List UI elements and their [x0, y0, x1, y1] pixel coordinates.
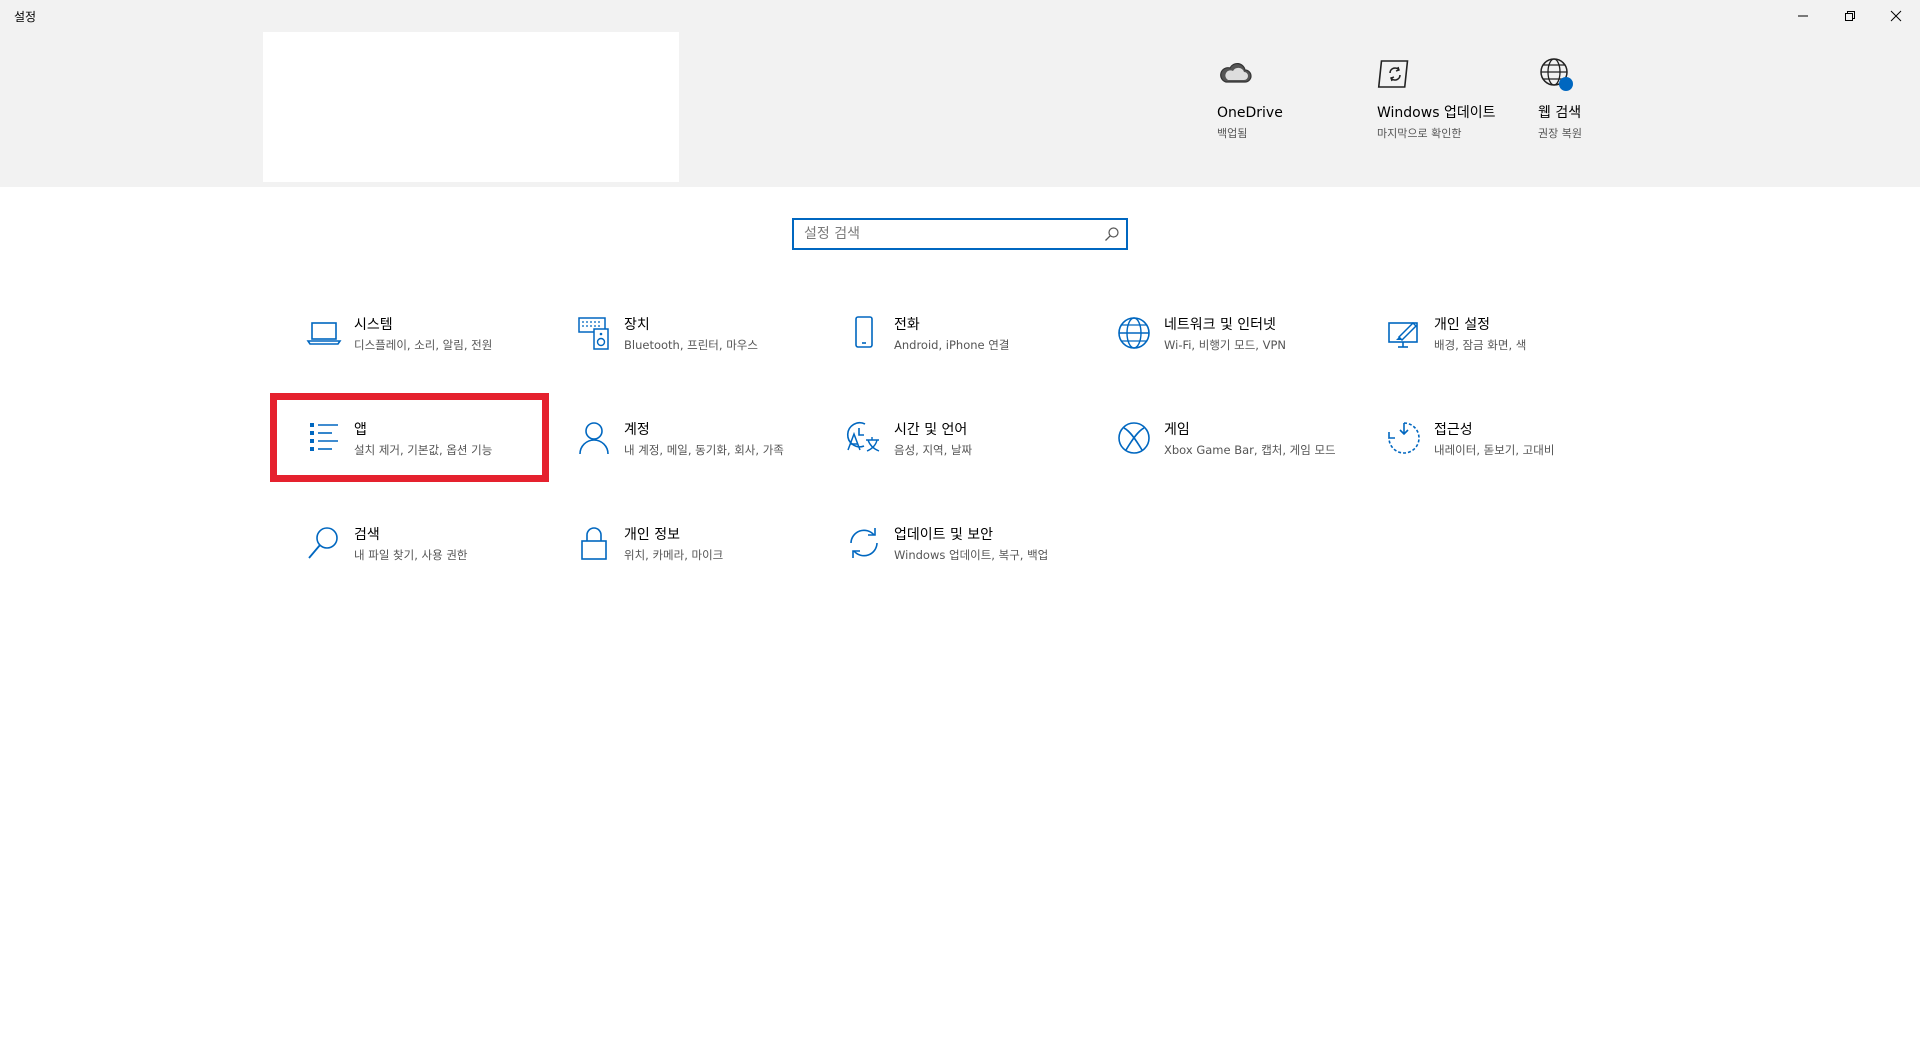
- category-title: 네트워크 및 인터넷: [1164, 317, 1276, 333]
- category-description: 내 파일 찾기, 사용 권한: [354, 548, 468, 562]
- title-bar: 설정: [0, 0, 1920, 32]
- category-description: Bluetooth, 프린터, 마우스: [624, 338, 758, 352]
- quick-link-subtitle: 권장 복원: [1538, 127, 1582, 140]
- update-icon: [1377, 60, 1409, 88]
- category-description: 위치, 카메라, 마이크: [624, 548, 724, 562]
- category-title: 계정: [624, 422, 650, 438]
- category-devices[interactable]: 장치 Bluetooth, 프린터, 마우스: [576, 315, 816, 385]
- person-icon: [579, 422, 609, 455]
- restore-icon: [1845, 11, 1855, 21]
- category-title: 개인 정보: [624, 527, 680, 543]
- search-input[interactable]: [794, 220, 1084, 248]
- maximize-button[interactable]: [1827, 0, 1873, 32]
- category-description: 설치 제거, 기본값, 옵션 기능: [354, 443, 493, 457]
- monitor-pen-icon: [1388, 321, 1418, 348]
- phone-icon: [855, 316, 873, 348]
- globe-icon: [1118, 317, 1150, 349]
- category-description: 음성, 지역, 날짜: [894, 443, 973, 457]
- quick-link-onedrive[interactable]: OneDrive 백업됨: [1217, 56, 1347, 141]
- category-description: 배경, 잠금 화면, 색: [1434, 338, 1527, 352]
- category-title: 전화: [894, 317, 920, 333]
- quick-link-subtitle: 백업됨: [1217, 127, 1248, 140]
- category-description: 디스플레이, 소리, 알림, 전원: [354, 338, 493, 352]
- category-search[interactable]: 검색 내 파일 찾기, 사용 권한: [306, 525, 546, 595]
- close-icon: [1890, 10, 1902, 22]
- globe-icon: [1540, 58, 1573, 91]
- category-title: 시스템: [354, 317, 393, 333]
- category-description: Android, iPhone 연결: [894, 338, 1010, 352]
- settings-search-box[interactable]: [792, 218, 1128, 250]
- category-privacy[interactable]: 개인 정보 위치, 카메라, 마이크: [576, 525, 816, 595]
- category-description: Windows 업데이트, 복구, 백업: [894, 548, 1049, 562]
- category-title: 개인 설정: [1434, 317, 1490, 333]
- category-description: Xbox Game Bar, 캡처, 게임 모드: [1164, 443, 1336, 457]
- cloud-icon: [1220, 62, 1252, 83]
- category-personalization[interactable]: 개인 설정 배경, 잠금 화면, 색: [1386, 315, 1626, 385]
- category-system[interactable]: 시스템 디스플레이, 소리, 알림, 전원: [306, 315, 546, 385]
- sync-icon: [850, 528, 878, 558]
- quick-link-web-search[interactable]: 웹 검색 권장 복원: [1538, 56, 1668, 141]
- category-update-security[interactable]: 업데이트 및 보안 Windows 업데이트, 복구, 백업: [846, 525, 1086, 595]
- category-ease-of-access[interactable]: 접근성 내레이터, 돋보기, 고대비: [1386, 420, 1626, 490]
- lock-icon: [581, 527, 607, 560]
- quick-link-title: 웹 검색: [1538, 105, 1582, 121]
- keyboard-speaker-icon: [578, 317, 609, 350]
- window-title: 설정: [14, 10, 37, 24]
- accessibility-icon: [1388, 422, 1420, 454]
- category-accounts[interactable]: 계정 내 계정, 메일, 동기화, 회사, 가족: [576, 420, 816, 490]
- category-description: 내레이터, 돋보기, 고대비: [1434, 443, 1555, 457]
- category-title: 시간 및 언어: [894, 422, 968, 438]
- category-time-language[interactable]: 시간 및 언어 음성, 지역, 날짜: [846, 420, 1086, 490]
- close-button[interactable]: [1873, 0, 1919, 32]
- category-title: 접근성: [1434, 422, 1473, 438]
- category-network[interactable]: 네트워크 및 인터넷 Wi-Fi, 비행기 모드, VPN: [1116, 315, 1356, 385]
- quick-link-title: OneDrive: [1217, 105, 1283, 121]
- category-gaming[interactable]: 게임 Xbox Game Bar, 캡처, 게임 모드: [1116, 420, 1356, 490]
- category-title: 게임: [1164, 422, 1190, 438]
- category-description: 내 계정, 메일, 동기화, 회사, 가족: [624, 443, 784, 457]
- account-card[interactable]: [263, 29, 679, 182]
- search-icon: [308, 527, 338, 559]
- category-title: 앱: [354, 422, 367, 438]
- category-title: 검색: [354, 527, 380, 543]
- category-apps[interactable]: 앱 설치 제거, 기본값, 옵션 기능: [306, 420, 546, 490]
- quick-link-subtitle: 마지막으로 확인한: [1377, 127, 1462, 140]
- category-title: 업데이트 및 보안: [894, 527, 994, 543]
- quick-link-windows-update[interactable]: Windows 업데이트 마지막으로 확인한: [1377, 56, 1507, 141]
- category-title: 장치: [624, 317, 650, 333]
- category-description: Wi-Fi, 비행기 모드, VPN: [1164, 338, 1287, 352]
- minimize-button[interactable]: [1780, 0, 1826, 32]
- time-language-icon: [846, 421, 880, 452]
- category-phone[interactable]: 전화 Android, iPhone 연결: [846, 315, 1086, 385]
- quick-link-title: Windows 업데이트: [1377, 105, 1496, 121]
- laptop-icon: [306, 322, 342, 345]
- list-icon: [310, 423, 338, 451]
- search-icon[interactable]: [1104, 226, 1120, 242]
- xbox-icon: [1118, 422, 1150, 454]
- minimize-icon: [1798, 15, 1808, 17]
